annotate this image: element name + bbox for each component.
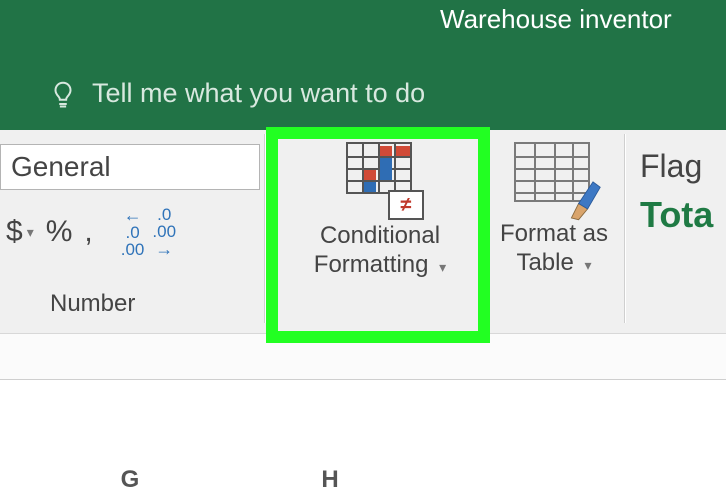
tell-me-search[interactable]: Tell me what you want to do	[48, 78, 425, 109]
format-as-table-icon	[514, 142, 594, 214]
conditional-formatting-icon: ≠	[338, 142, 422, 216]
group-separator	[624, 134, 626, 323]
percent-format-button[interactable]: %	[40, 206, 79, 258]
lightbulb-icon	[48, 79, 78, 109]
accounting-format-button[interactable]: $ ▾	[0, 206, 40, 258]
conditional-formatting-button[interactable]: ≠ Conditional Formatting ▾	[280, 138, 480, 280]
format-as-table-label: Format as	[500, 220, 608, 247]
comma-icon: ,	[84, 215, 92, 249]
left-arrow-icon: ←	[124, 206, 142, 224]
format-as-table-label2: Table	[516, 249, 573, 276]
formula-bar[interactable]	[0, 334, 726, 380]
not-equal-icon: ≠	[388, 190, 424, 220]
status-flag-label: Flag	[640, 148, 702, 185]
chevron-down-icon: ▾	[439, 259, 446, 275]
chevron-down-icon: ▾	[27, 224, 34, 241]
conditional-formatting-label2: Formatting	[314, 251, 429, 278]
paintbrush-icon	[566, 176, 602, 222]
ribbon-home: General $ ▾ % , ← .0 .00 .0 .00 → Number	[0, 130, 726, 334]
increase-decimal-button[interactable]: ← .0 .00	[117, 206, 149, 258]
column-header-h[interactable]: H	[260, 466, 400, 500]
decimal-label2: .00	[121, 241, 145, 258]
worksheet-grid[interactable]: G H	[0, 380, 726, 500]
conditional-formatting-label: Conditional	[320, 222, 440, 249]
decimal-label2: .00	[152, 223, 176, 240]
decimal-label: .0	[125, 224, 139, 241]
dollar-icon: $	[6, 215, 23, 249]
number-buttons-row: $ ▾ % , ← .0 .00 .0 .00 →	[0, 206, 180, 258]
column-header-g[interactable]: G	[60, 466, 200, 500]
number-format-value: General	[11, 151, 111, 183]
window-title: Warehouse inventor	[440, 4, 672, 35]
number-format-dropdown[interactable]: General	[0, 144, 260, 190]
group-separator	[264, 134, 266, 323]
right-arrow-icon: →	[155, 240, 173, 258]
number-group-label: Number	[50, 290, 135, 318]
decrease-decimal-button[interactable]: .0 .00 →	[148, 206, 180, 258]
format-as-table-button[interactable]: Format as Table ▾	[490, 138, 618, 278]
chevron-down-icon: ▾	[585, 257, 592, 273]
comma-style-button[interactable]: ,	[78, 206, 98, 258]
decimal-label: .0	[157, 206, 171, 223]
percent-icon: %	[46, 215, 73, 249]
tell-me-placeholder: Tell me what you want to do	[92, 78, 425, 109]
title-bar: Warehouse inventor Tell me what you want…	[0, 0, 726, 130]
status-total-label: Tota	[640, 194, 713, 236]
